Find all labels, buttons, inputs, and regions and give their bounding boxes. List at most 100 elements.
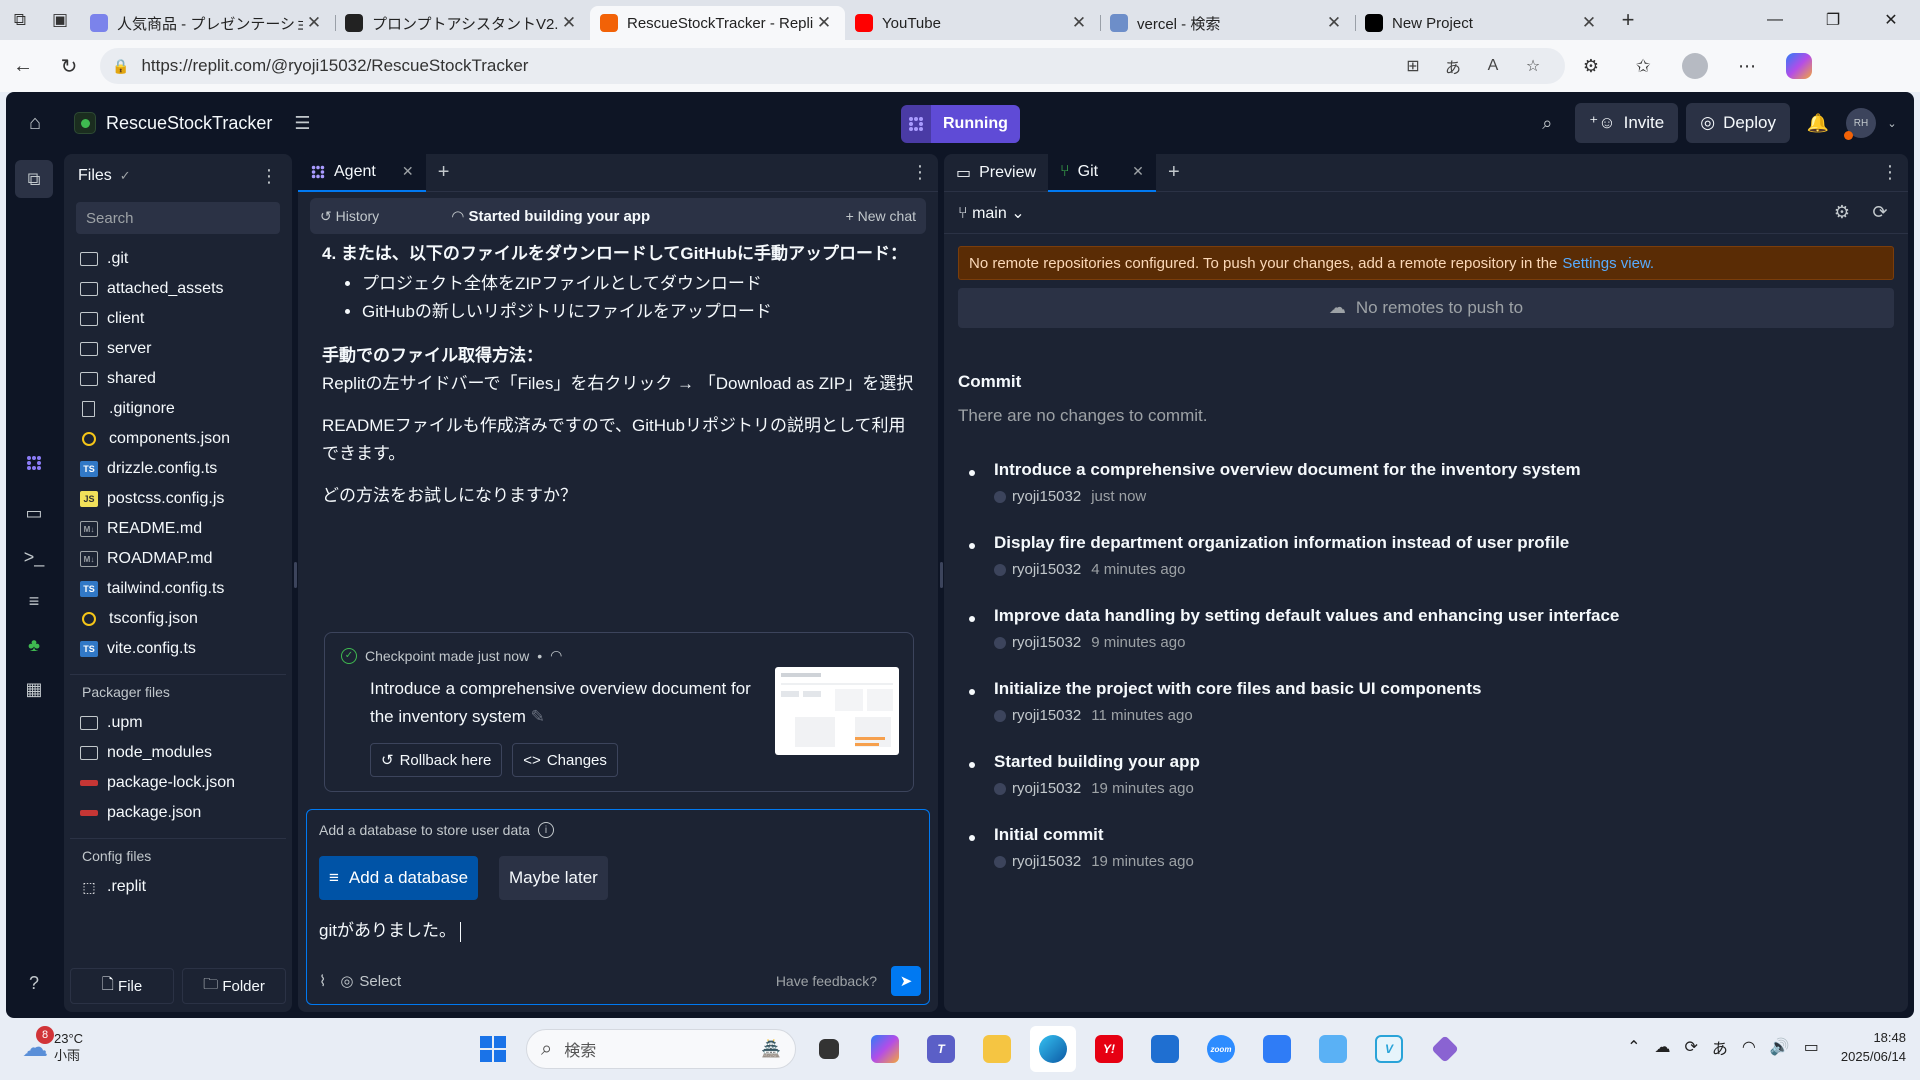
commit-item[interactable]: Improve data handling by setting default… [968, 606, 1908, 679]
browser-tab[interactable]: プロンプトアシスタントV2.0【トゥ✕ [335, 6, 590, 40]
tab-actions-icon[interactable]: ▣ [40, 0, 80, 40]
file-item[interactable]: JS postcss.config.js [64, 484, 292, 514]
teams-icon[interactable]: T [918, 1026, 964, 1072]
database-icon[interactable]: ≡ [15, 582, 53, 620]
new-chat-button[interactable]: + New chat [846, 208, 916, 224]
url-field[interactable]: 🔒 https://replit.com/@ryoji15032/RescueS… [100, 48, 1565, 84]
weather-widget[interactable]: ☁ 8 23°C 小雨 [22, 1025, 83, 1064]
edit-pencil-icon[interactable]: ✎ [531, 707, 545, 726]
browser-tab[interactable]: New Project ✕ [1355, 6, 1610, 40]
folder-item[interactable]: .git [64, 244, 292, 274]
notifications-bell-icon[interactable]: 🔔 [1798, 103, 1838, 143]
file-tree-icon[interactable]: ⧉ [15, 160, 53, 198]
rollback-button[interactable]: ↺ Rollback here [370, 743, 503, 777]
file-item[interactable]: package-lock.json [64, 768, 292, 798]
close-tab-icon[interactable]: ✕ [1323, 13, 1345, 33]
favorites-icon[interactable]: ✩ [1617, 46, 1669, 86]
checkpoint-screenshot-thumbnail[interactable] [775, 667, 899, 755]
taskbar-search[interactable]: ⌕ 検索 🏯 [526, 1029, 796, 1069]
feedback-link[interactable]: Have feedback? [776, 973, 877, 989]
app-v-icon[interactable]: V [1366, 1026, 1412, 1072]
home-icon[interactable]: ⌂ [6, 92, 64, 154]
all-tools-icon[interactable]: ▦ [15, 670, 53, 708]
browser-tab[interactable]: 人気商品 - プレゼンテーション✕ [80, 6, 335, 40]
tab-agent[interactable]: Agent ✕ [298, 154, 426, 192]
folder-item[interactable]: .upm [64, 708, 292, 738]
browser-tab[interactable]: vercel - 検索 ✕ [1100, 6, 1355, 40]
history-button[interactable]: ↺ History [320, 208, 379, 225]
task-view-icon[interactable] [806, 1026, 852, 1072]
photos-icon[interactable] [1254, 1026, 1300, 1072]
folder-item[interactable]: client [64, 304, 292, 334]
close-tab-icon[interactable]: ✕ [1578, 13, 1600, 33]
close-tab-icon[interactable]: ✕ [402, 163, 414, 180]
branch-selector[interactable]: ⑂ main ⌄ [958, 203, 1025, 223]
close-tab-icon[interactable]: ✕ [1068, 13, 1090, 33]
tab-git[interactable]: ⑂ Git ✕ [1048, 154, 1156, 192]
new-tab-button[interactable]: + [1610, 7, 1646, 33]
refresh-icon[interactable]: ↻ [46, 44, 92, 88]
file-item[interactable]: TS tailwind.config.ts [64, 574, 292, 604]
browser-tab[interactable]: YouTube ✕ [845, 6, 1100, 40]
info-icon[interactable]: i [537, 822, 554, 838]
crystal-app-icon[interactable] [1422, 1026, 1468, 1072]
config-files-header[interactable]: Config files [70, 838, 286, 872]
pane-menu-icon[interactable]: ⋮ [1872, 162, 1908, 183]
minimize-icon[interactable]: — [1746, 0, 1804, 40]
folder-item[interactable]: node_modules [64, 738, 292, 768]
agent-rail-icon[interactable] [15, 444, 53, 482]
new-file-button[interactable]: 🗋 File [70, 968, 174, 1004]
extensions-icon[interactable]: ⚙ [1565, 46, 1617, 86]
maybe-later-button[interactable]: Maybe later [499, 856, 608, 900]
send-icon[interactable]: ➤ [891, 966, 921, 996]
ime-mode-indicator[interactable]: あ [1712, 1035, 1728, 1059]
file-item[interactable]: TS vite.config.ts [64, 634, 292, 664]
commit-item[interactable]: Initial commit ryoji15032 19 minutes ago [968, 825, 1908, 898]
yahoo-shopping-icon[interactable]: Y! [1086, 1026, 1132, 1072]
back-icon[interactable]: ← [0, 44, 46, 88]
onedrive-icon[interactable] [1310, 1026, 1356, 1072]
deploy-button[interactable]: ◎ Deploy [1686, 103, 1790, 143]
file-item[interactable]: package.json [64, 798, 292, 828]
copilot-icon[interactable] [1773, 46, 1825, 86]
file-item[interactable]: ⬚ .replit [64, 872, 292, 902]
select-element-button[interactable]: ◎ Select [340, 972, 401, 991]
close-window-icon[interactable]: ✕ [1862, 0, 1920, 40]
chat-input[interactable]: gitがありました。 [319, 916, 461, 942]
file-item[interactable]: .gitignore [64, 394, 292, 424]
add-tab-button[interactable]: + [1156, 161, 1192, 184]
settings-view-link[interactable]: Settings view. [1562, 255, 1654, 272]
files-search-input[interactable]: Search [76, 202, 280, 234]
favorite-star-icon[interactable]: ☆ [1513, 56, 1553, 76]
read-aloud-icon[interactable]: A [1473, 57, 1513, 75]
file-item[interactable]: M↓ README.md [64, 514, 292, 544]
commit-item[interactable]: Started building your app ryoji15032 19 mi… [968, 752, 1908, 825]
changes-button[interactable]: <> Changes [512, 743, 618, 777]
translate-icon[interactable]: あ [1433, 54, 1473, 78]
sync-refresh-icon[interactable]: ⟳ [1866, 199, 1894, 227]
close-tab-icon[interactable]: ✕ [813, 13, 835, 33]
panel-resize-handle[interactable] [294, 562, 297, 588]
file-item[interactable]: components.json [64, 424, 292, 454]
attach-paperclip-icon[interactable]: ⌇ [319, 972, 326, 990]
agent-run-icon[interactable] [901, 105, 931, 143]
url-text[interactable]: https://replit.com/@ryoji15032/RescueSto… [141, 56, 1393, 76]
chevron-down-icon[interactable]: ⌄ [1884, 117, 1900, 130]
file-explorer-icon[interactable] [974, 1026, 1020, 1072]
app-available-icon[interactable]: ⊞ [1393, 56, 1433, 76]
wifi-icon[interactable]: ◠ [1742, 1037, 1756, 1057]
panel-resize-handle[interactable] [940, 562, 943, 588]
zoom-icon[interactable]: zoom [1198, 1026, 1244, 1072]
repl-settings-icon[interactable]: ☰ [282, 103, 322, 143]
chat-composer[interactable]: Add a database to store user data i ≡ Add… [306, 809, 930, 1005]
file-item[interactable]: TS drizzle.config.ts [64, 454, 292, 484]
file-item[interactable]: M↓ ROADMAP.md [64, 544, 292, 574]
folder-item[interactable]: attached_assets [64, 274, 292, 304]
lock-icon[interactable]: 🔒 [112, 58, 129, 75]
repl-name[interactable]: RescueStockTracker [106, 113, 272, 134]
shell-icon[interactable]: >_ [15, 538, 53, 576]
volume-icon[interactable]: 🔊 [1770, 1037, 1790, 1057]
browser-tab[interactable]: RescueStockTracker - Replit ✕ [590, 6, 845, 40]
user-avatar[interactable]: RH [1844, 108, 1876, 140]
clock[interactable]: 18:48 2025/06/14 [1841, 1028, 1906, 1066]
